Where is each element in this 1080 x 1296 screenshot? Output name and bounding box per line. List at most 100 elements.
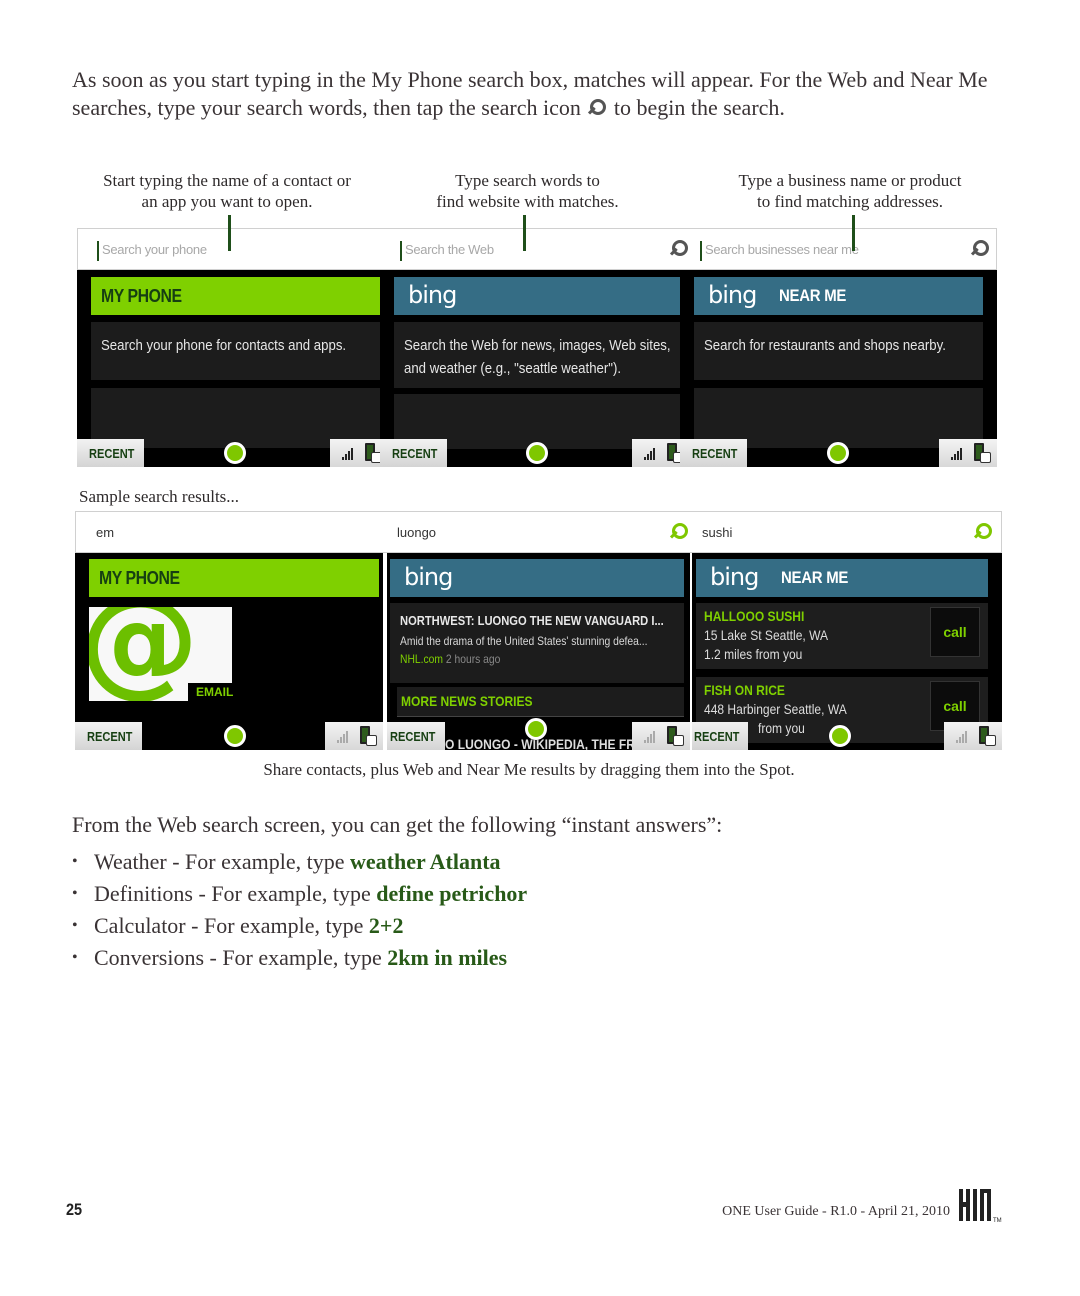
signal-icon <box>956 731 970 743</box>
status-area <box>325 722 383 750</box>
search-businesses-placeholder: Search businesses near me <box>705 242 859 257</box>
intro-text-end: to begin the search. <box>613 95 785 120</box>
news-source-line: NHL.com 2 hours ago <box>400 652 500 666</box>
search-value: sushi <box>702 525 733 540</box>
spot-handle[interactable] <box>829 725 851 747</box>
search-bar-row: Search your phone Search the Web Search … <box>77 228 997 270</box>
my-phone-header: MY PHONE <box>91 277 384 315</box>
search-businesses-field[interactable]: Search businesses near me <box>700 229 970 269</box>
example-query: define petrichor <box>376 881 528 906</box>
text-cursor <box>400 241 402 261</box>
intro-paragraph: As soon as you start typing in the My Ph… <box>72 66 1012 122</box>
search-businesses-field[interactable]: sushi <box>702 512 962 552</box>
description-text: Search the Web for news, images, Web sit… <box>404 337 671 377</box>
spot-handle[interactable] <box>224 442 246 464</box>
email-label: EMAIL <box>188 683 233 701</box>
description-text: Search for restaurants and shops nearby. <box>704 337 946 354</box>
search-phone-field[interactable]: Search your phone <box>97 229 387 269</box>
battery-charging-icon <box>667 443 684 463</box>
call-button[interactable]: call <box>930 607 980 657</box>
trademark: TM <box>993 1218 1002 1223</box>
bing-near-me-header: bing NEAR ME <box>696 559 988 597</box>
list-item: • Calculator - For example, type 2+2 <box>72 913 404 938</box>
bing-logo: bing <box>408 281 457 309</box>
recent-button[interactable]: RECENT <box>692 722 748 750</box>
search-icon <box>588 99 607 117</box>
my-phone-results-screen: MY PHONE @ EMAIL RECENT <box>75 553 383 750</box>
callout-line: to find matching addresses. <box>756 192 943 211</box>
business-distance: 1.2 miles from you <box>704 646 803 662</box>
callout-line: Type search words to <box>455 171 600 190</box>
kin-logo: TM <box>959 1189 1002 1223</box>
sample-search-bar-row: em luongo sushi <box>75 511 1002 553</box>
recent-button[interactable]: RECENT <box>75 722 142 750</box>
battery-charging-icon <box>667 726 684 746</box>
signal-icon <box>644 731 658 743</box>
search-icon[interactable] <box>971 240 989 258</box>
callout-my-phone: Start typing the name of a contact or an… <box>72 170 382 212</box>
recent-button[interactable]: RECENT <box>387 722 445 750</box>
business-address: 448 Harbinger Seattle, WA <box>704 701 847 717</box>
bottom-bar: RECENT <box>75 722 383 750</box>
more-news-link[interactable]: MORE NEWS STORIES <box>397 687 684 717</box>
intro-text: As soon as you start typing in the My Ph… <box>72 67 988 120</box>
footer-guide-text: ONE User Guide - R1.0 - April 21, 2010 <box>722 1204 950 1219</box>
description-card: Search your phone for contacts and apps. <box>91 322 384 380</box>
text-cursor <box>700 241 702 261</box>
description-text: Search your phone for contacts and apps. <box>101 337 347 354</box>
callout-line: an app you want to open. <box>141 192 313 211</box>
search-web-field[interactable]: Search the Web <box>400 229 690 269</box>
bing-logo: bing <box>710 563 759 591</box>
signal-icon <box>951 448 965 460</box>
search-phone-placeholder: Search your phone <box>102 242 207 257</box>
spot-handle[interactable] <box>525 718 547 740</box>
signal-icon <box>342 448 356 460</box>
battery-charging-icon <box>360 726 377 746</box>
signal-icon <box>337 731 351 743</box>
status-area <box>939 439 997 467</box>
recent-button[interactable]: RECENT <box>380 439 447 467</box>
search-icon[interactable] <box>670 240 688 258</box>
search-phone-field[interactable]: em <box>96 512 386 552</box>
bottom-bar: RECENT <box>380 439 690 467</box>
text-cursor <box>97 241 99 261</box>
recent-button[interactable]: RECENT <box>77 439 144 467</box>
near-me-results-screen: bing NEAR ME HALLOOO SUSHI 15 Lake St Se… <box>692 553 1002 750</box>
my-phone-header: MY PHONE <box>89 559 379 597</box>
status-area <box>944 722 1002 750</box>
search-web-placeholder: Search the Web <box>405 242 494 257</box>
spot-handle[interactable] <box>827 442 849 464</box>
bottom-bar: RECENT <box>692 722 1002 750</box>
near-me-title: NEAR ME <box>781 568 849 587</box>
battery-charging-icon <box>974 443 991 463</box>
search-icon[interactable] <box>974 523 992 541</box>
signal-icon <box>644 448 658 460</box>
my-phone-screen: MY PHONE Search your phone for contacts … <box>77 270 388 467</box>
web-results-screen: bing NORTHWEST: LUONGO THE NEW VANGUARD … <box>387 553 690 750</box>
news-headline: NORTHWEST: LUONGO THE NEW VANGUARD I... <box>400 613 664 628</box>
example-query: weather Atlanta <box>350 849 501 874</box>
callout-line: find website with matches. <box>436 192 619 211</box>
spot-handle[interactable] <box>526 442 548 464</box>
recent-button[interactable]: RECENT <box>680 439 747 467</box>
search-icon[interactable] <box>670 523 688 541</box>
near-me-title: NEAR ME <box>779 286 847 305</box>
battery-charging-icon <box>365 443 382 463</box>
email-icon: @ <box>89 607 199 701</box>
bing-header: bing <box>394 277 686 315</box>
spot-handle[interactable] <box>224 725 246 747</box>
callout-line: Type a business name or product <box>738 171 962 190</box>
search-value: em <box>96 525 115 540</box>
callout-pointer <box>852 215 855 251</box>
business-address: 15 Lake St Seattle, WA <box>704 627 829 643</box>
list-item: • Weather - For example, type weather Atl… <box>72 849 501 874</box>
bottom-bar: RECENT <box>77 439 388 467</box>
news-age: 2 hours ago <box>445 652 501 666</box>
web-search-screen: bing Search the Web for news, images, We… <box>380 270 690 467</box>
list-item: • Definitions - For example, type define … <box>72 881 528 906</box>
callout-pointer <box>523 215 526 251</box>
news-result[interactable]: NORTHWEST: LUONGO THE NEW VANGUARD I... … <box>390 603 684 683</box>
business-result[interactable]: HALLOOO SUSHI 15 Lake St Seattle, WA 1.2… <box>696 603 988 669</box>
search-web-field[interactable]: luongo <box>397 512 677 552</box>
bottom-bar: RECENT <box>387 718 690 750</box>
